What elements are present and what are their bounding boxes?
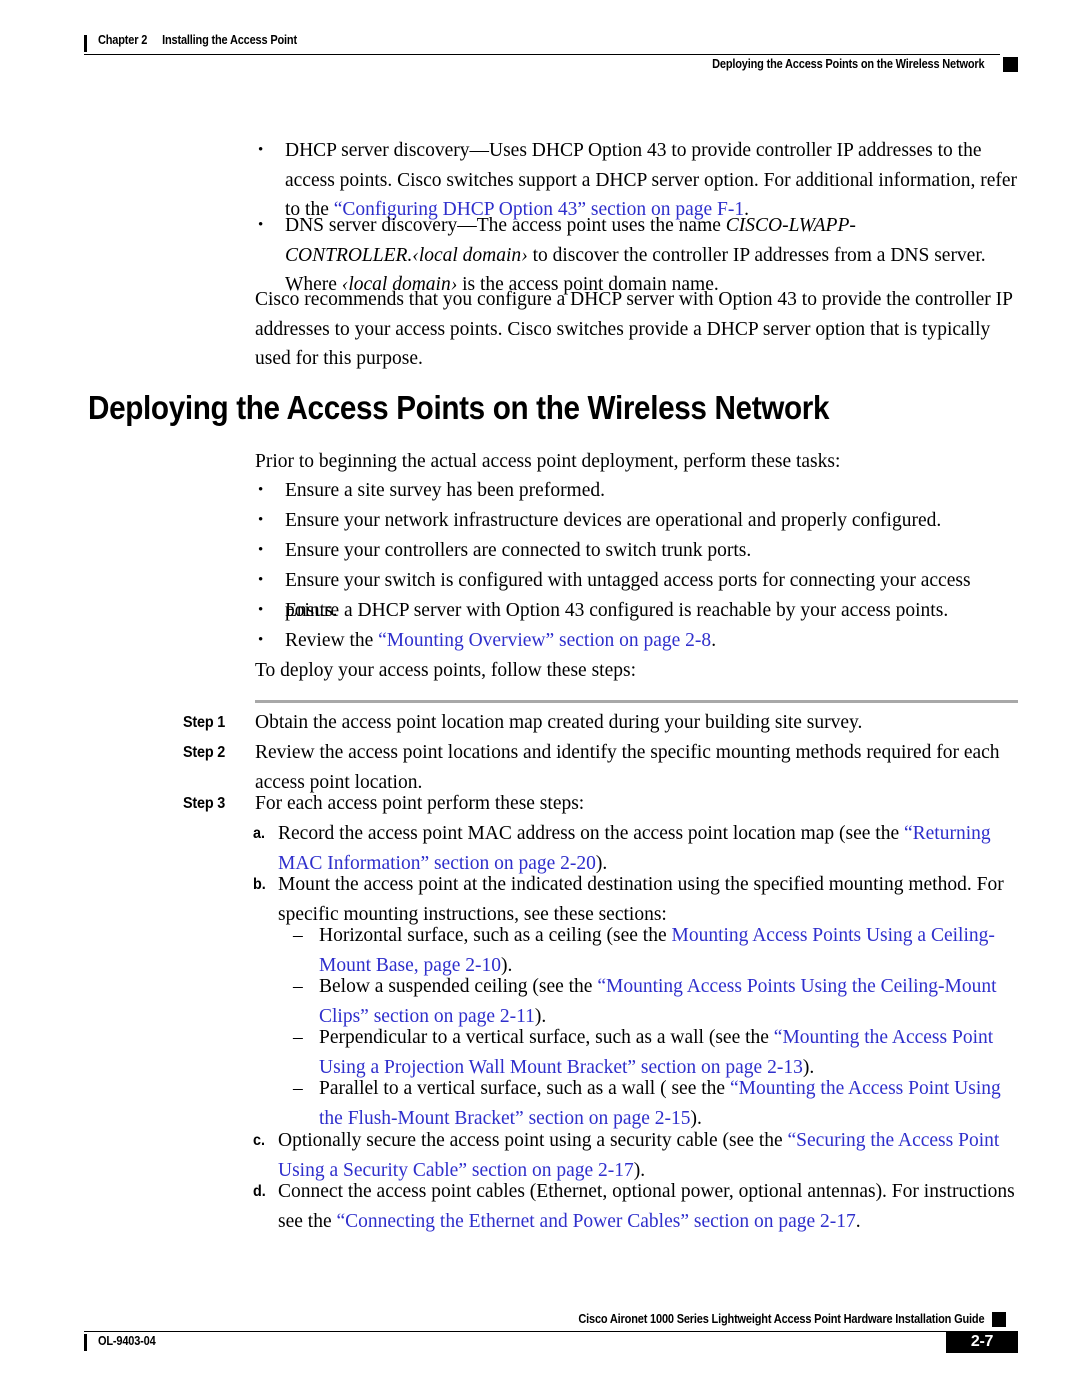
step-text: Obtain the access point location map cre… xyxy=(255,708,1018,738)
list-item-text: Review the “Mounting Overview” section o… xyxy=(285,626,1018,656)
bullet-icon: • xyxy=(258,217,264,233)
text-run: DNS server discovery—The access point us… xyxy=(285,215,726,236)
footer-tick-mark xyxy=(84,1334,87,1351)
footer-document-id: OL-9403-04 xyxy=(98,1334,156,1348)
text-run: Horizontal surface, such as a ceiling (s… xyxy=(319,925,672,946)
text-run: Perpendicular to a vertical surface, suc… xyxy=(319,1027,774,1048)
text-run: Ensure your network infrastructure devic… xyxy=(285,510,942,531)
substep-item: d. Connect the access point cables (Ethe… xyxy=(253,1177,1018,1236)
dash-icon: – xyxy=(293,1027,303,1048)
text-run: Mount the access point at the indicated … xyxy=(278,874,1004,925)
bullet-icon: • xyxy=(258,542,264,558)
substep-label: c. xyxy=(253,1132,266,1149)
page-title: Deploying the Access Points on the Wirel… xyxy=(88,389,830,426)
list-item: • Ensure a site survey has been preforme… xyxy=(258,476,1018,506)
dash-icon: – xyxy=(293,976,303,997)
substep-label: a. xyxy=(253,825,266,842)
step-section-divider xyxy=(255,700,1018,703)
header-divider xyxy=(84,54,1000,55)
step-label: Step 3 xyxy=(183,795,226,812)
text-run: Obtain the access point location map cre… xyxy=(255,712,863,733)
substep-label: d. xyxy=(253,1183,266,1200)
text-run: Review the xyxy=(285,630,379,651)
step-label: Step 2 xyxy=(183,744,226,761)
bullet-icon: • xyxy=(258,482,264,498)
footer-divider xyxy=(84,1331,1018,1332)
text-run: Below a suspended ceiling (see the xyxy=(319,976,598,997)
bullet-icon: • xyxy=(258,632,264,648)
list-item-text: Ensure a site survey has been preformed. xyxy=(285,476,1018,506)
list-item-text: Ensure your network infrastructure devic… xyxy=(285,506,1018,536)
header-tick-mark xyxy=(84,35,87,52)
header-section-title: Deploying the Access Points on the Wirel… xyxy=(711,57,984,71)
header-chapter-title: Installing the Access Point xyxy=(162,33,297,47)
text-run: For each access point perform these step… xyxy=(255,793,585,814)
bullet-icon: • xyxy=(258,142,264,158)
dash-icon: – xyxy=(293,925,303,946)
list-item-text: Ensure your controllers are connected to… xyxy=(285,536,1018,566)
intro-paragraph: Prior to beginning the actual access poi… xyxy=(255,451,841,472)
text-run: Ensure a site survey has been preformed. xyxy=(285,480,606,501)
text-run: Ensure a DHCP server with Option 43 conf… xyxy=(285,600,949,621)
footer-guide-title: Cisco Aironet 1000 Series Lightweight Ac… xyxy=(577,1312,984,1326)
list-item-text: Ensure a DHCP server with Option 43 conf… xyxy=(285,596,1018,626)
page-header: Chapter 2 Installing the Access Point Dep… xyxy=(84,33,1018,75)
document-page: Chapter 2 Installing the Access Point Dep… xyxy=(0,0,1080,1397)
text-run: Parallel to a vertical surface, such as … xyxy=(319,1078,730,1099)
dash-icon: – xyxy=(293,1078,303,1099)
substep-label: b. xyxy=(253,876,266,893)
step-label: Step 1 xyxy=(183,714,226,731)
bullet-icon: • xyxy=(258,602,264,618)
header-chapter-number: Chapter 2 xyxy=(98,33,148,47)
text-run: Ensure your controllers are connected to… xyxy=(285,540,752,561)
header-square-marker xyxy=(1003,57,1018,72)
cross-reference-link[interactable]: “Mounting Overview” section on page 2-8 xyxy=(378,630,711,651)
text-run: . xyxy=(711,630,717,651)
recommendation-paragraph: Cisco recommends that you configure a DH… xyxy=(255,289,1013,369)
substep-text: Connect the access point cables (Etherne… xyxy=(278,1177,1018,1236)
list-item: • Ensure your controllers are connected … xyxy=(258,536,1018,566)
cross-reference-link[interactable]: “Connecting the Ethernet and Power Cable… xyxy=(336,1211,855,1232)
step-item: Step 1 Obtain the access point location … xyxy=(183,708,1018,738)
list-item: • Ensure your network infrastructure dev… xyxy=(258,506,1018,536)
text-run: Record the access point MAC address on t… xyxy=(278,823,904,844)
text-run: . xyxy=(855,1210,861,1232)
list-item: • Review the “Mounting Overview” section… xyxy=(258,626,1018,656)
bullet-icon: • xyxy=(258,512,264,528)
list-item: • Ensure a DHCP server with Option 43 co… xyxy=(258,596,1018,626)
text-run: Review the access point locations and id… xyxy=(255,742,1000,793)
header-chapter: Chapter 2 Installing the Access Point xyxy=(98,33,297,47)
mount-option-item: – Parallel to a vertical surface, such a… xyxy=(293,1074,1018,1133)
step-text: For each access point perform these step… xyxy=(255,789,1018,819)
text-run: Optionally secure the access point using… xyxy=(278,1130,788,1151)
mount-option-text: Parallel to a vertical surface, such as … xyxy=(319,1074,1018,1133)
page-number-badge: 2-7 xyxy=(946,1331,1018,1353)
deploy-paragraph: To deploy your access points, follow the… xyxy=(255,660,636,681)
footer-square-marker xyxy=(992,1312,1006,1327)
bullet-icon: • xyxy=(258,572,264,588)
step-item: Step 3 For each access point perform the… xyxy=(183,789,1018,819)
page-footer: Cisco Aironet 1000 Series Lightweight Ac… xyxy=(84,1312,1018,1362)
